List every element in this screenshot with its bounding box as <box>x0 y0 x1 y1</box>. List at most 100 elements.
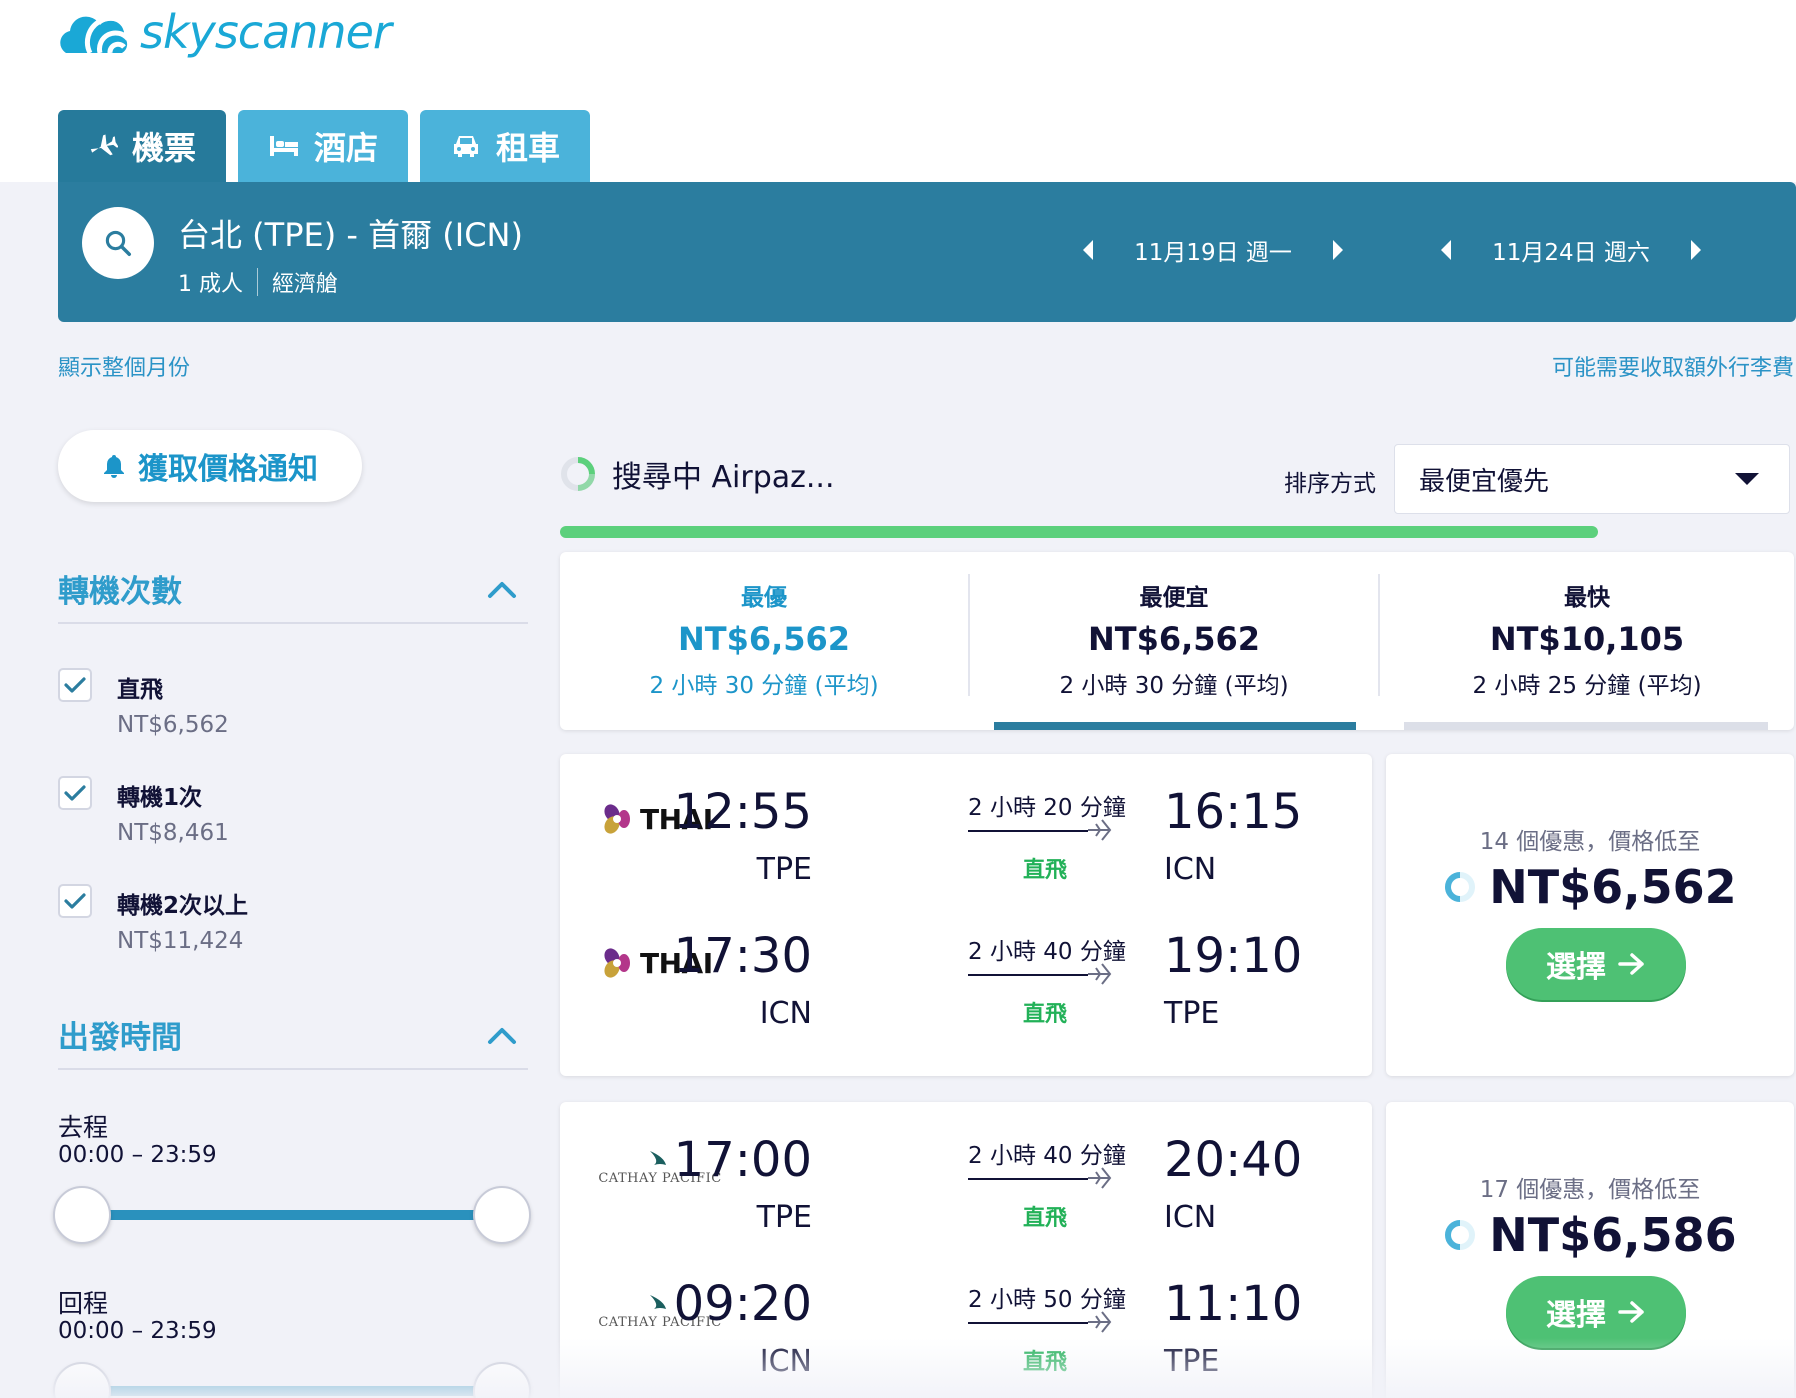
tab-flights[interactable]: 機票 <box>58 110 227 182</box>
return-slider-track[interactable] <box>82 1386 500 1396</box>
vertical-tabs: 機票 酒店 租車 <box>58 110 591 182</box>
bell-icon <box>104 455 124 478</box>
return-leg: CATHAY PACIFIC 09:20 ICN 2 小時 50 分鐘 直飛 1… <box>560 1246 1372 1386</box>
chevron-up-icon[interactable] <box>486 578 518 600</box>
departure-time-filter-title[interactable]: 出發時間 <box>58 1012 182 1057</box>
return-date[interactable]: 11月24日 週六 <box>1466 233 1676 267</box>
best-title: 最優 <box>741 585 787 611</box>
search-button[interactable] <box>82 207 154 279</box>
stops-filter-title[interactable]: 轉機次數 <box>58 566 182 611</box>
prev-return-date-button[interactable] <box>1426 222 1466 278</box>
caret-left-icon <box>1083 240 1093 260</box>
departure-airport: TPE <box>756 852 812 887</box>
stops-label: 直飛 <box>1023 1002 1068 1027</box>
arrow-right-icon <box>1618 1301 1644 1323</box>
stops-label: 直飛 <box>1023 1350 1068 1375</box>
checkbox-one-stop[interactable] <box>58 776 92 810</box>
result-card[interactable]: THAI 12:55 TPE 2 小時 20 分鐘 直飛 16:15 ICN T… <box>560 754 1794 1076</box>
cloud-logo-icon <box>60 15 132 55</box>
itinerary-panel[interactable]: THAI 12:55 TPE 2 小時 20 分鐘 直飛 16:15 ICN T… <box>560 754 1372 1076</box>
tab-car-hire[interactable]: 租車 <box>420 110 591 182</box>
itinerary-panel[interactable]: CATHAY PACIFIC 17:00 TPE 2 小時 40 分鐘 直飛 2… <box>560 1102 1372 1398</box>
route-line <box>968 1322 1088 1324</box>
result-card[interactable]: CATHAY PACIFIC 17:00 TPE 2 小時 40 分鐘 直飛 2… <box>560 1102 1794 1398</box>
prev-depart-date-button[interactable] <box>1068 222 1108 278</box>
select-button[interactable]: 選擇 <box>1506 1276 1686 1348</box>
price-panel[interactable]: 17 個優惠，價格低至 NT$6,586 選擇 <box>1386 1102 1794 1398</box>
check-icon <box>64 785 86 801</box>
arrow-right-icon <box>1618 953 1644 975</box>
return-slider-start-handle[interactable] <box>53 1362 111 1398</box>
skyscanner-logo[interactable]: skyscanner <box>56 2 392 62</box>
caret-right-icon <box>1691 240 1701 260</box>
loading-spinner-icon <box>561 457 595 491</box>
price-alert-button[interactable]: 獲取價格通知 <box>58 430 362 502</box>
bed-icon <box>270 136 299 156</box>
checkbox-direct[interactable] <box>58 668 92 702</box>
thai-orchid-icon <box>604 948 630 978</box>
plane-icon <box>1088 1167 1112 1189</box>
search-summary-bar[interactable]: 台北 (TPE) - 首爾 (ICN) 1 成人 經濟艙 11月19日 週一 1… <box>58 182 1796 322</box>
arrival-airport: ICN <box>1164 1200 1217 1235</box>
return-label: 回程 <box>58 1289 109 1318</box>
tab-hotels[interactable]: 酒店 <box>238 110 409 182</box>
route-line <box>968 1178 1088 1180</box>
deals-count: 17 個優惠，價格低至 <box>1479 1177 1701 1203</box>
route-line <box>968 830 1088 832</box>
check-icon <box>64 893 86 909</box>
price-panel[interactable]: 14 個優惠，價格低至 NT$6,562 選擇 <box>1386 754 1794 1076</box>
car-icon <box>454 136 479 157</box>
caret-down-icon <box>1735 473 1759 485</box>
outbound-slider-track[interactable] <box>82 1210 500 1220</box>
fastest-title: 最快 <box>1564 585 1610 611</box>
outbound-slider-start-handle[interactable] <box>53 1186 111 1244</box>
search-status: 搜尋中 Airpaz... <box>560 452 835 496</box>
searching-text: 搜尋中 Airpaz... <box>612 460 835 495</box>
outbound-label: 去程 <box>58 1113 109 1142</box>
tab-best[interactable]: 最優 NT$6,562 2 小時 30 分鐘 (平均) <box>560 552 968 730</box>
baggage-fees-link[interactable]: 可能需要收取額外行李費 <box>1552 350 1794 382</box>
chevron-up-icon[interactable] <box>486 1024 518 1046</box>
arrival-time: 19:10 <box>1164 928 1303 984</box>
arrival-time: 16:15 <box>1164 784 1303 840</box>
outbound-leg: CATHAY PACIFIC 17:00 TPE 2 小時 40 分鐘 直飛 2… <box>560 1102 1372 1242</box>
best-duration: 2 小時 30 分鐘 (平均) <box>649 673 879 699</box>
tab-cheapest[interactable]: 最便宜 NT$6,562 2 小時 30 分鐘 (平均) <box>970 552 1378 730</box>
cathay-brushwing-icon <box>650 1150 666 1165</box>
next-return-date-button[interactable] <box>1676 222 1716 278</box>
departure-time: 09:20 <box>673 1276 812 1332</box>
arrival-airport: TPE <box>1164 1344 1220 1379</box>
sort-summary-tabs: 最優 NT$6,562 2 小時 30 分鐘 (平均) 最便宜 NT$6,562… <box>560 552 1794 730</box>
outbound-slider-end-handle[interactable] <box>473 1186 531 1244</box>
return-slider-end-handle[interactable] <box>473 1362 531 1398</box>
check-icon <box>64 677 86 693</box>
tab-label: 機票 <box>132 129 197 167</box>
arrival-airport: TPE <box>1164 996 1220 1031</box>
search-icon <box>105 230 131 256</box>
next-depart-date-button[interactable] <box>1318 222 1358 278</box>
departure-airport: TPE <box>756 1200 812 1235</box>
result-price: NT$6,586 <box>1489 1208 1737 1262</box>
sort-value: 最便宜優先 <box>1419 466 1550 497</box>
depart-date[interactable]: 11月19日 週一 <box>1108 233 1318 267</box>
arrival-airport: ICN <box>1164 852 1217 887</box>
two-plus-stops-label[interactable]: 轉機2次以上 <box>117 886 248 920</box>
return-leg: THAI 17:30 ICN 2 小時 40 分鐘 直飛 19:10 TPE <box>560 898 1372 1038</box>
search-progress-bar <box>560 526 1598 538</box>
price-alert-label: 獲取價格通知 <box>138 452 318 487</box>
one-stop-label[interactable]: 轉機1次 <box>117 778 202 812</box>
loading-spinner-icon <box>1445 1220 1476 1250</box>
stops-label: 直飛 <box>1023 858 1068 883</box>
direct-label[interactable]: 直飛 <box>117 670 163 704</box>
select-label: 選擇 <box>1546 1298 1606 1333</box>
departure-airport: ICN <box>759 1344 812 1379</box>
return-range: 00:00 – 23:59 <box>58 1318 217 1344</box>
select-button[interactable]: 選擇 <box>1506 928 1686 1000</box>
direct-price: NT$6,562 <box>117 712 229 738</box>
checkbox-two-plus-stops[interactable] <box>58 884 92 918</box>
sort-select[interactable]: 最便宜優先 <box>1394 444 1790 514</box>
travellers-text: 1 成人 <box>178 272 243 297</box>
plane-icon <box>1088 1311 1112 1333</box>
show-whole-month-link[interactable]: 顯示整個月份 <box>58 350 190 382</box>
tab-fastest[interactable]: 最快 NT$10,105 2 小時 25 分鐘 (平均) <box>1380 552 1794 730</box>
